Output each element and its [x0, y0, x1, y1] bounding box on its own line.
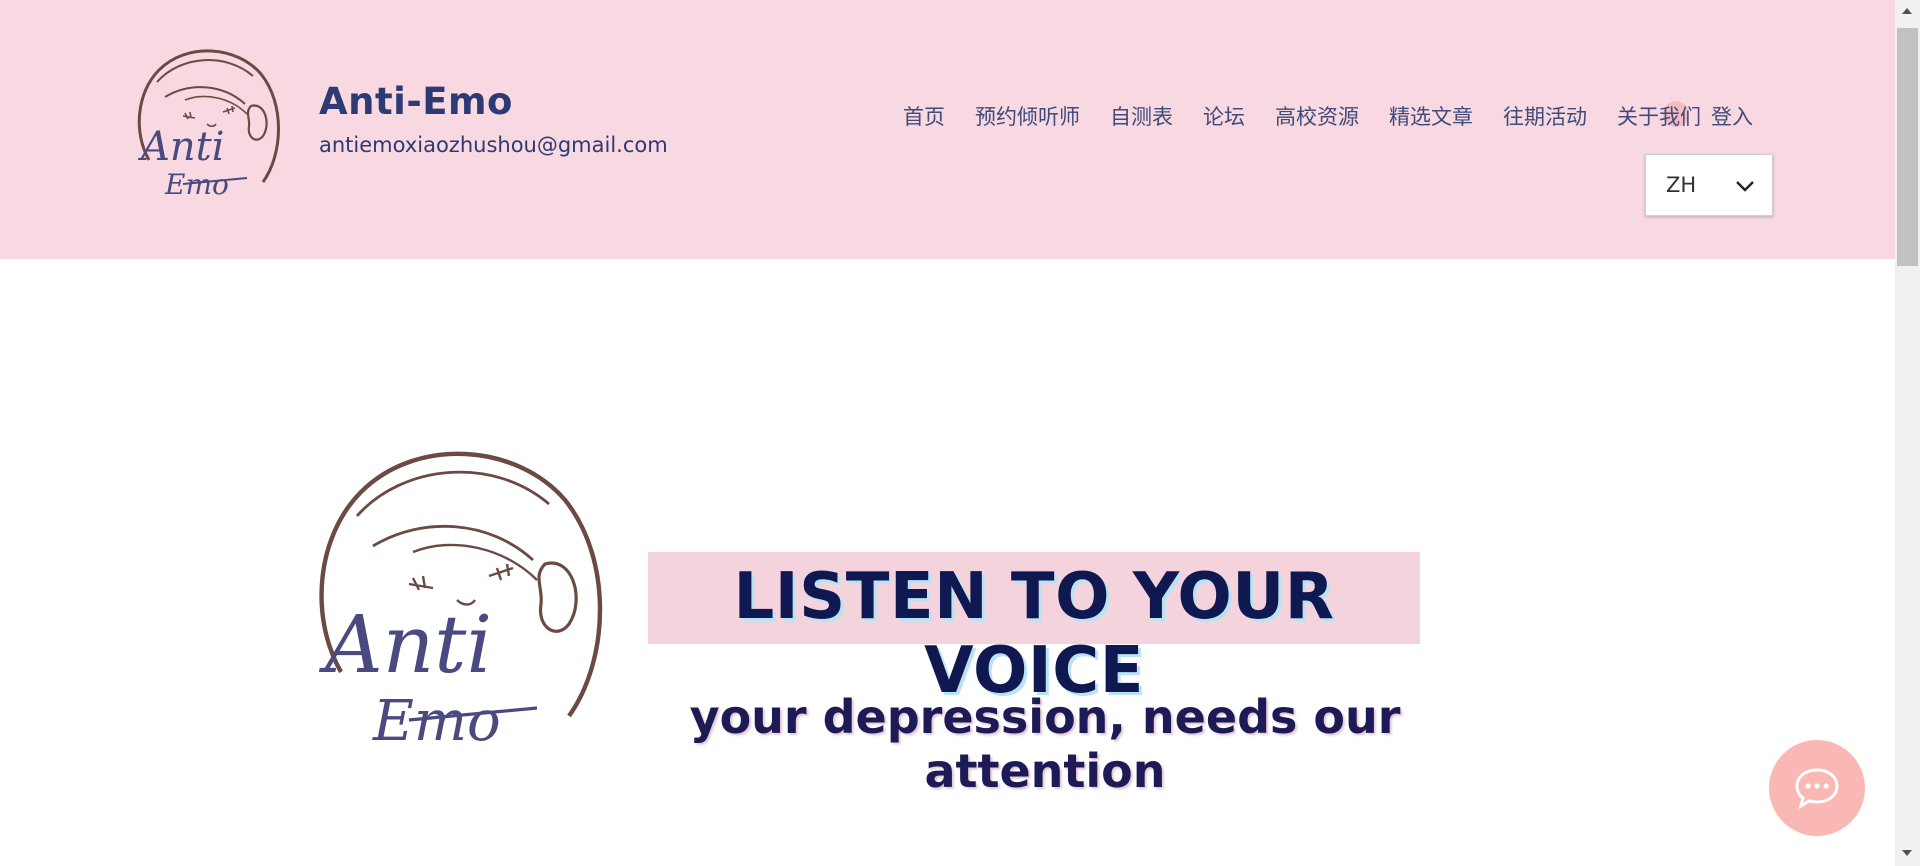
logo-text-emo: Emo [164, 168, 229, 201]
scrollbar-thumb[interactable] [1897, 28, 1918, 266]
brand-email[interactable]: antiemoxiaozhushou@gmail.com [319, 133, 668, 157]
language-select[interactable]: ZH [1645, 154, 1773, 216]
login-link[interactable]: 登入 [1711, 101, 1753, 131]
hero-headline: LISTEN TO YOUR VOICE [733, 560, 1335, 708]
nav-item-past-events[interactable]: 往期活动 [1503, 101, 1587, 131]
chat-bubble-icon [1795, 768, 1839, 810]
language-value: ZH [1666, 173, 1697, 197]
logo-text-anti: Anti [137, 124, 225, 170]
nav-item-book-listener[interactable]: 预约倾听师 [975, 101, 1080, 131]
main-nav: 首页 预约倾听师 自测表 论坛 高校资源 精选文章 往期活动 关于我们 登入 [903, 101, 1753, 131]
hero-logo-text-anti: Anti [318, 598, 492, 691]
hero-logo-text-emo: Emo [372, 689, 501, 754]
nav-item-home[interactable]: 首页 [903, 101, 945, 131]
scroll-down-arrow-icon[interactable] [1901, 848, 1913, 858]
brand-title[interactable]: Anti-Emo [319, 80, 513, 123]
chat-button[interactable] [1769, 740, 1865, 836]
hero-subline: your depression, needs our attention [689, 690, 1401, 798]
nav-item-selected-articles[interactable]: 精选文章 [1389, 101, 1473, 131]
nav-item-university-resources[interactable]: 高校资源 [1275, 101, 1359, 131]
chevron-down-icon [1736, 181, 1754, 192]
nav-item-self-test[interactable]: 自测表 [1110, 101, 1173, 131]
scroll-up-arrow-icon[interactable] [1901, 6, 1913, 16]
nav-item-forum[interactable]: 论坛 [1203, 101, 1245, 131]
site-logo[interactable]: Anti Emo [135, 42, 285, 202]
hero-logo: Anti Emo [318, 451, 603, 754]
nav-item-about-us[interactable]: 关于我们 [1617, 101, 1701, 131]
